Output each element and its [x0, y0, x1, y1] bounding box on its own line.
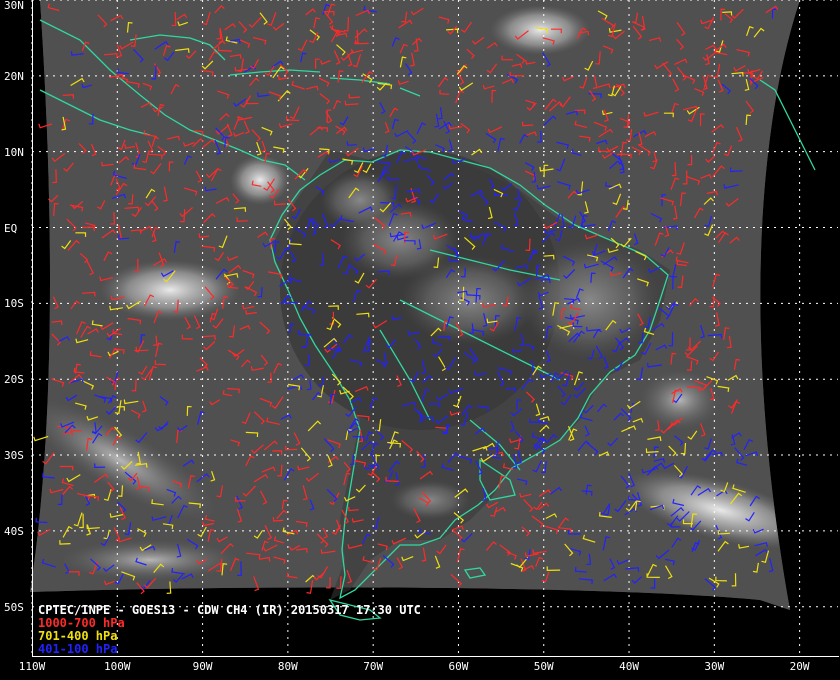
map-canvas	[30, 0, 838, 656]
latitude-label: 20N	[4, 69, 24, 83]
latitude-label: 30N	[4, 0, 24, 12]
longitude-label: 100W	[104, 660, 131, 673]
satellite-disk	[30, 0, 800, 610]
longitude-label: 50W	[533, 660, 554, 673]
satellite-map: 30N 20N 10N EQ 10S 20S 30S 40S 50S 110W 100W 90W 80…	[0, 0, 840, 680]
product-caption: CPTEC/INPE - GOES13 - CDW CH4 (IR) 20150…	[38, 604, 421, 656]
latitude-label: 30S	[4, 449, 24, 463]
longitude-label: 20W	[789, 660, 810, 673]
longitude-label: 80W	[277, 660, 298, 673]
longitude-label: 90W	[192, 660, 213, 673]
legend-high-level: 401-100 hPa	[38, 642, 118, 656]
longitude-label: 70W	[363, 660, 384, 673]
latitude-label: 10S	[4, 297, 24, 311]
longitude-label: 40W	[619, 660, 639, 673]
latitude-label: EQ	[4, 221, 18, 235]
longitude-label: 110W	[18, 660, 46, 673]
latitude-label: 20S	[4, 373, 24, 387]
latitude-label: 40S	[4, 524, 24, 538]
longitude-label: 60W	[448, 660, 469, 673]
latitude-label: 50S	[4, 600, 24, 614]
longitude-label: 30W	[704, 660, 725, 673]
latitude-label: 10N	[4, 145, 24, 159]
